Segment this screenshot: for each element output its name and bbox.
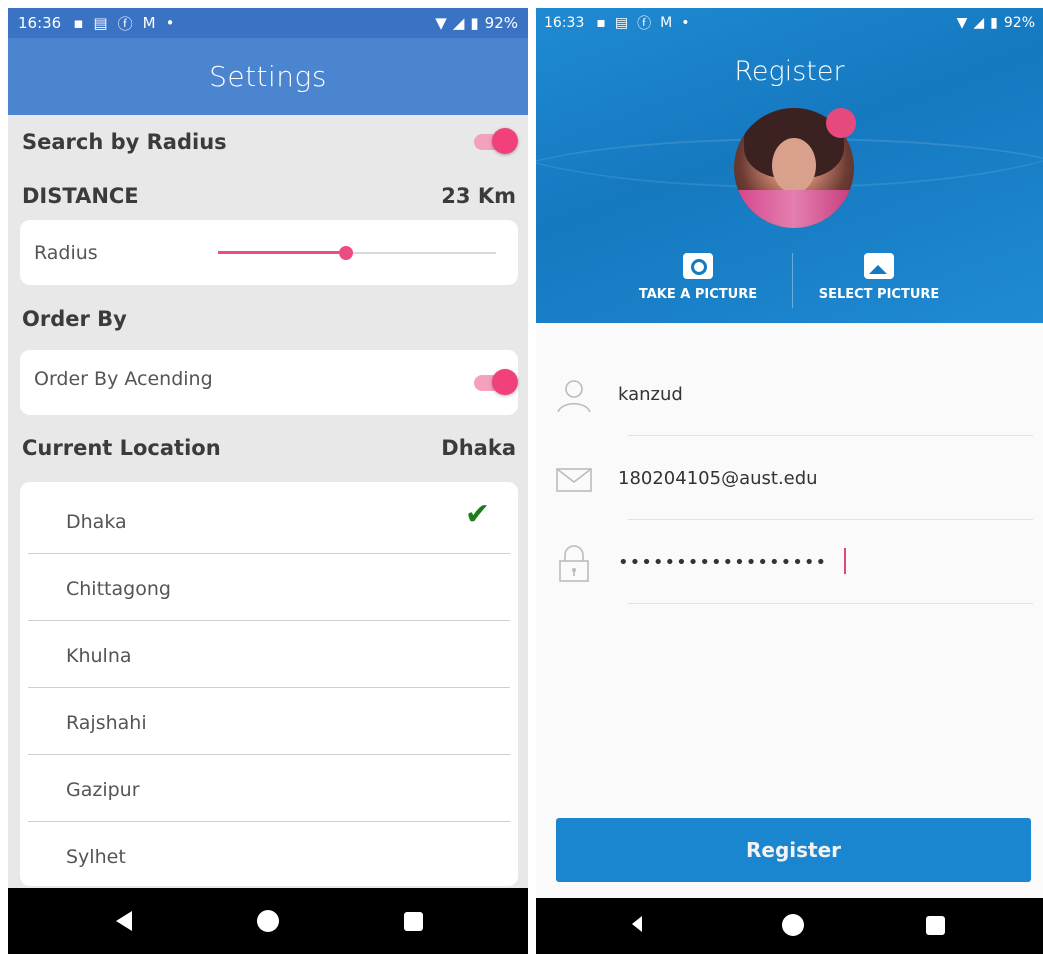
gmail-icon: M [660,15,673,31]
city-item-sylhet[interactable]: Sylhet [28,822,510,889]
more-notifications-icon: • [681,15,690,31]
username-value: kanzud [618,384,683,405]
status-time: 16:36 [18,14,62,32]
take-picture-label: TAKE A PICTURE [638,287,758,302]
battery-percent: 92% [484,14,518,32]
home-icon[interactable] [257,910,279,932]
checkmark-icon: ✔ [464,497,490,532]
status-bar: 16:36 ▪ ▤ ⓕ M • ▼ ◢ ▮ 92% [8,8,528,38]
status-time: 16:33 [544,15,585,31]
email-field[interactable]: 180204105@aust.edu [536,440,1043,520]
email-value: 180204105@aust.edu [618,468,818,489]
page-title: Register [734,56,845,87]
city-item-khulna[interactable]: Khulna [28,621,510,688]
select-picture-label: SELECT PICTURE [818,287,940,302]
message-notification-icon: ▤ [614,15,629,31]
camera-icon [683,253,713,279]
radius-slider-fill [218,251,346,254]
message-notification-icon: ▤ [93,14,108,32]
city-name: Sylhet [66,846,126,868]
password-value: •••••••••••••••••• [618,552,828,573]
status-bar: 16:33 ▪ ▤ ⓕ M • ▼ ◢ ▮ 92% [536,8,1043,38]
password-field[interactable]: •••••••••••••••••• [536,524,1043,604]
current-location-value: Dhaka [441,436,516,460]
user-icon [557,380,591,413]
battery-icon: ▮ [470,14,479,32]
settings-screen: 16:36 ▪ ▤ ⓕ M • ▼ ◢ ▮ 92% Settings Searc… [8,8,528,954]
more-notifications-icon: • [165,14,175,32]
city-item-rajshahi[interactable]: Rajshahi [28,688,510,755]
current-location-label: Current Location [22,436,221,460]
signal-icon: ◢ [973,15,985,31]
radius-label: Radius [34,242,98,264]
recent-apps-icon[interactable] [926,916,945,935]
city-item-gazipur[interactable]: Gazipur [28,755,510,822]
avatar-badge [826,108,856,138]
back-icon[interactable] [116,911,132,931]
city-name: Dhaka [66,511,127,533]
radius-slider-thumb[interactable] [338,246,353,260]
facebook-icon: ⓕ [637,16,652,32]
text-cursor [844,548,846,574]
search-by-radius-label: Search by Radius [22,130,227,154]
home-icon[interactable] [782,914,804,936]
city-name: Khulna [66,645,132,667]
nav-bar [8,888,528,954]
facebook-icon: ⓕ [117,14,133,33]
city-name: Gazipur [66,779,140,801]
city-name: Rajshahi [66,712,147,734]
take-picture-button[interactable]: TAKE A PICTURE [628,253,768,302]
signal-icon: ◢ [452,14,465,32]
distance-label: DISTANCE [22,184,139,208]
city-name: Chittagong [66,578,171,600]
radius-card: Radius [20,220,518,285]
city-item-dhaka[interactable]: Dhaka ✔ [28,487,510,554]
gmail-icon: M [142,14,156,32]
order-by-heading: Order By [22,307,127,331]
city-list: Dhaka ✔ Chittagong Khulna Rajshahi Gazip… [20,482,518,886]
wifi-icon: ▼ [956,15,968,31]
gallery-icon [864,253,894,279]
wifi-icon: ▼ [435,14,447,32]
page-title: Settings [209,60,327,93]
username-field[interactable]: kanzud [536,356,1043,436]
image-notification-icon: ▪ [596,15,606,31]
recent-apps-icon[interactable] [404,912,423,931]
image-notification-icon: ▪ [73,14,84,32]
select-picture-button[interactable]: SELECT PICTURE [804,253,954,302]
city-item-chittagong[interactable]: Chittagong [28,554,510,621]
register-button[interactable]: Register [556,818,1031,882]
register-screen: 16:33 ▪ ▤ ⓕ M • ▼ ◢ ▮ 92% Register TAKE … [536,8,1043,954]
app-bar: Settings [8,38,528,115]
nav-bar [536,898,1043,954]
order-by-toggle[interactable] [472,369,518,395]
battery-icon: ▮ [990,15,998,31]
search-by-radius-toggle[interactable] [472,128,518,154]
mail-icon [556,468,592,492]
order-by-label: Order By Acending [34,368,213,390]
order-by-card: Order By Acending [20,350,518,415]
battery-percent: 92% [1003,15,1035,31]
distance-value: 23 Km [441,184,516,208]
back-icon[interactable] [632,916,642,932]
lock-icon [559,545,589,582]
